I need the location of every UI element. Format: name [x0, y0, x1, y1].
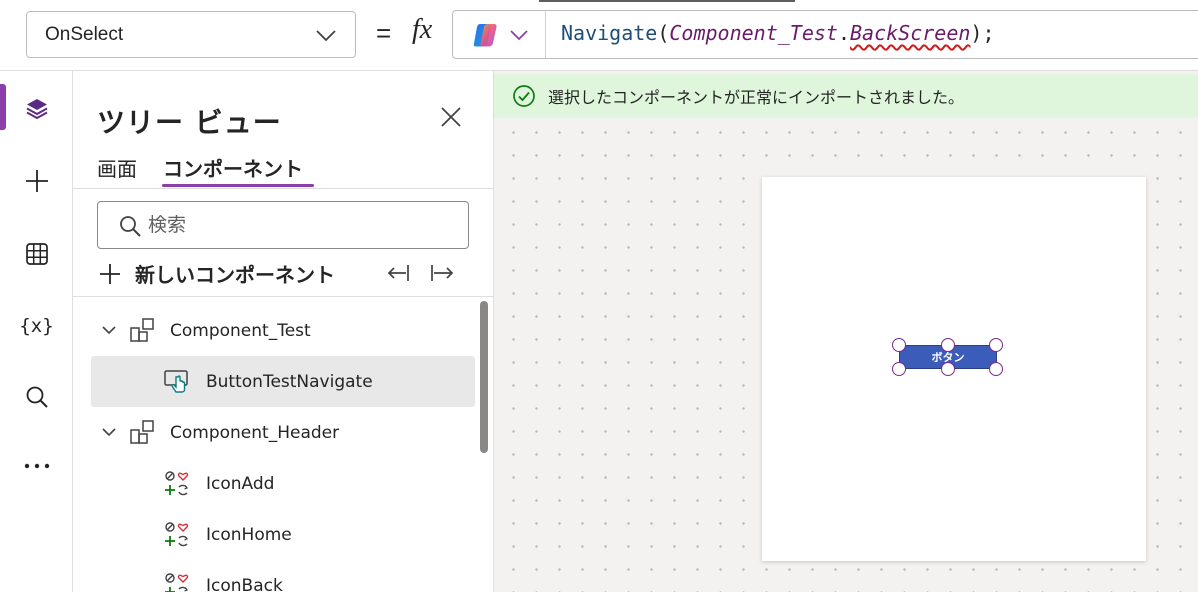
formula-error-property: BackScreen [850, 21, 971, 45]
copilot-button[interactable] [453, 11, 546, 58]
tree-item-label: IconBack [206, 575, 283, 592]
search-icon [120, 216, 141, 237]
component-artboard[interactable]: ボタン [762, 177, 1146, 561]
tab-components[interactable]: コンポーネント [163, 153, 303, 182]
tree-item-icon-home[interactable]: IconHome [73, 509, 478, 560]
rail-more[interactable] [0, 442, 73, 490]
tree-item-icon-back[interactable]: IconBack [73, 560, 478, 592]
success-banner: 選択したコンポーネントが正常にインポートされました。 [494, 74, 1198, 118]
rail-insert[interactable] [0, 157, 73, 205]
tree-item-button-test-navigate[interactable]: ButtonTestNavigate [91, 356, 475, 407]
tree-scrollbar[interactable] [480, 301, 488, 453]
formula-close: ); [970, 21, 995, 45]
resize-handle-top-right[interactable] [989, 338, 1003, 352]
chevron-down-icon [316, 30, 336, 42]
chevron-down-icon[interactable] [101, 323, 117, 337]
success-check-icon [513, 85, 535, 107]
formula-open-paren: ( [657, 21, 670, 45]
search-box[interactable] [97, 201, 469, 249]
panel-title: ツリー ビュー [97, 106, 282, 139]
formula-dot: . [837, 21, 850, 45]
formula-text[interactable]: Navigate(Component_Test.BackScreen); [561, 21, 995, 45]
icon-control-icon [165, 573, 189, 592]
chevron-down-icon[interactable] [101, 425, 117, 439]
resize-handle-top-left[interactable] [892, 338, 906, 352]
resize-handle-bottom[interactable] [941, 362, 955, 376]
formula-function: Navigate [561, 21, 658, 45]
search-icon [26, 386, 48, 408]
new-component-button[interactable]: 新しいコンポーネント [99, 259, 335, 288]
collapse-all-icon[interactable] [382, 261, 410, 285]
component-icon [130, 420, 154, 444]
formula-component-ref: Component_Test [669, 21, 838, 45]
resize-handle-bottom-right[interactable] [989, 362, 1003, 376]
plus-icon [25, 170, 48, 192]
left-rail: {x} [0, 71, 73, 592]
rail-data[interactable] [0, 230, 73, 278]
tree-item-label: Component_Test [170, 320, 311, 341]
icon-control-icon [165, 471, 189, 496]
canvas-area[interactable]: 選択したコンポーネントが正常にインポートされました。 ボタン [494, 71, 1198, 592]
rail-search[interactable] [0, 373, 73, 421]
tree-item-label: IconHome [206, 524, 292, 545]
resize-handle-top[interactable] [941, 338, 955, 352]
search-input[interactable] [148, 211, 448, 239]
data-grid-icon [25, 243, 48, 265]
fx-icon[interactable]: fx [412, 14, 432, 46]
formula-bar: OnSelect = fx Navigate(Component_Test.Ba… [0, 0, 1198, 71]
expand-all-icon[interactable] [430, 261, 458, 285]
tree-item-component-header[interactable]: Component_Header [73, 407, 478, 458]
top-divider [539, 0, 795, 2]
layers-icon [26, 99, 47, 120]
formula-input[interactable]: Navigate(Component_Test.BackScreen); [452, 10, 1198, 59]
tree-view-panel: ツリー ビュー 画面 コンポーネント 新しいコンポーネント [73, 71, 494, 592]
new-component-label: 新しいコンポーネント [135, 263, 335, 287]
tab-screens[interactable]: 画面 [97, 153, 137, 182]
rail-variables[interactable]: {x} [0, 302, 73, 350]
component-icon [130, 318, 154, 342]
tree-item-label: Component_Header [170, 422, 340, 443]
banner-message: 選択したコンポーネントが正常にインポートされました。 [548, 88, 965, 107]
chevron-down-icon [510, 29, 528, 40]
property-dropdown[interactable]: OnSelect [26, 11, 356, 58]
tree-item-label: ButtonTestNavigate [206, 371, 373, 392]
rail-tree-view[interactable] [0, 85, 73, 133]
plus-icon [100, 263, 120, 284]
more-icon [24, 463, 49, 469]
active-tab-indicator [162, 184, 314, 187]
copilot-icon [473, 23, 497, 46]
tree-item-icon-add[interactable]: IconAdd [73, 458, 478, 509]
resize-handle-bottom-left[interactable] [892, 362, 906, 376]
property-dropdown-value: OnSelect [45, 23, 124, 45]
list-divider [73, 296, 493, 297]
equals-sign: = [376, 18, 392, 48]
button-icon [164, 370, 188, 393]
variables-icon: {x} [19, 315, 54, 337]
close-icon[interactable] [439, 105, 463, 129]
tree-item-component-test[interactable]: Component_Test [73, 305, 478, 356]
tree-list: Component_Test ButtonTestNavigate Compon… [73, 305, 478, 592]
tree-item-label: IconAdd [206, 473, 275, 494]
tabs-divider [73, 188, 493, 189]
icon-control-icon [165, 522, 189, 547]
